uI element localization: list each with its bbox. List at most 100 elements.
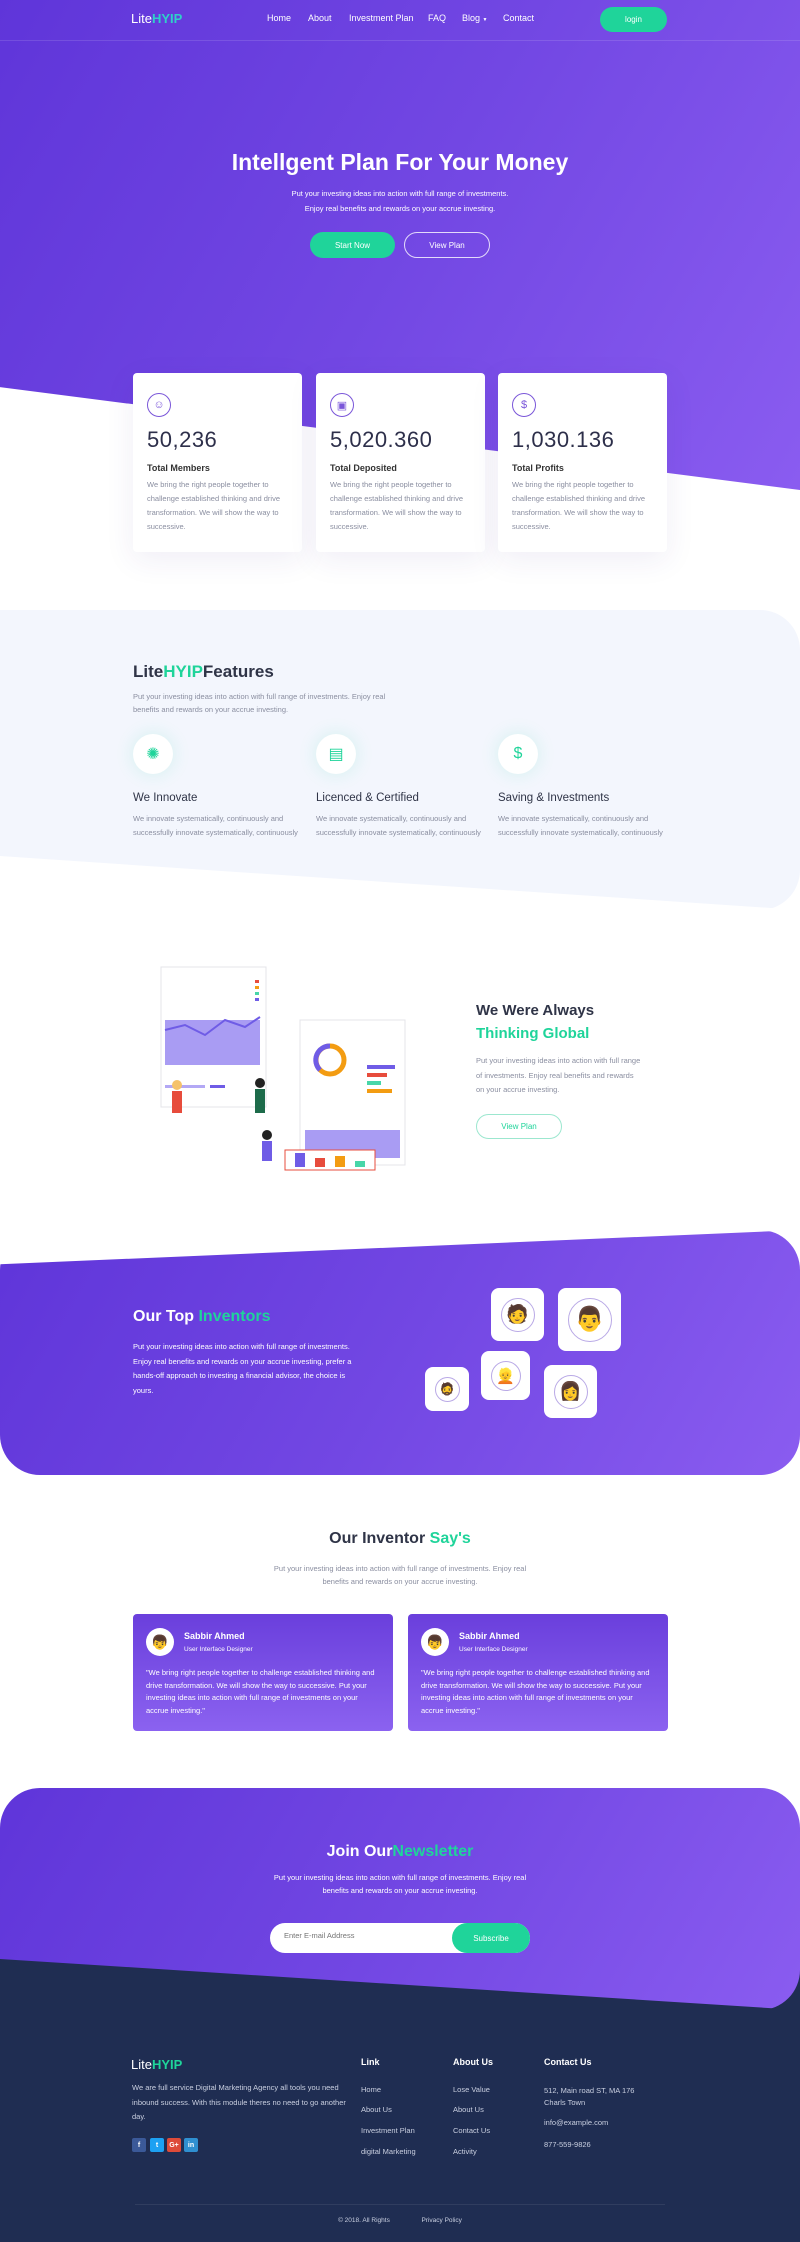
stat-text: We bring the right people together to ch… (512, 480, 646, 531)
footer-contact-title: Contact Us (544, 2057, 592, 2067)
says-subtitle: Put your investing ideas into action wit… (273, 1564, 527, 1586)
nav-home[interactable]: Home (267, 13, 291, 23)
money-hand-icon: $ (498, 734, 538, 774)
hero-subtitle-1: Put your investing ideas into action wit… (291, 189, 509, 198)
inventor-avatar[interactable]: 👨 (558, 1288, 621, 1351)
stat-card-profits: $ 1,030.136 Total Profits We bring the r… (498, 373, 667, 552)
title-part: Our Inventor (329, 1530, 426, 1547)
footer-about-lose-value[interactable]: Lose Value (453, 2085, 490, 2094)
footer-link-about[interactable]: About Us (361, 2105, 392, 2114)
title-accent: Say's (429, 1530, 471, 1547)
title-part: Our Top (133, 1308, 195, 1325)
users-icon: ☺ (147, 393, 171, 417)
feature-text: We innovate systematically, continuously… (498, 814, 663, 837)
testimonial-card: 👦 Sabbir Ahmed User Interface Designer "… (133, 1614, 393, 1731)
header-divider (0, 40, 800, 41)
newsletter-subtitle: Put your investing ideas into action wit… (273, 1873, 527, 1895)
feature-title: Saving & Investments (498, 792, 610, 804)
footer-logo[interactable]: LiteHYIP (131, 2057, 182, 2072)
feature-text: We innovate systematically, continuously… (133, 814, 298, 837)
testimonial-quote: "We bring right people together to chall… (146, 1668, 375, 1715)
stat-value: 5,020.360 (330, 427, 433, 452)
title-part: Features (202, 662, 274, 681)
avatar: 👦 (146, 1628, 174, 1656)
linkedin-icon[interactable]: in (184, 2138, 198, 2152)
stat-card-deposited: ▣ 5,020.360 Total Deposited We bring the… (316, 373, 485, 552)
certificate-icon: ▤ (316, 734, 356, 774)
footer-link-investment[interactable]: Investment Plan (361, 2126, 415, 2135)
footer-address: 512, Main road ST, MA 176 Charls Town (544, 2086, 635, 2107)
feature-saving: $ Saving & Investments We innovate syste… (498, 734, 668, 840)
features-subtitle: Put your investing ideas into action wit… (133, 692, 386, 714)
nav-faq[interactable]: FAQ (428, 13, 446, 23)
start-now-button[interactable]: Start Now (310, 232, 395, 258)
inventor-avatar[interactable]: 👩 (544, 1365, 597, 1418)
copyright: © 2018. All Rights Privacy Policy (0, 2217, 800, 2224)
says-title: Our Inventor Say's (0, 1530, 800, 1548)
inventor-avatar[interactable]: 🧑 (491, 1288, 544, 1341)
footer-email[interactable]: info@example.com (544, 2118, 608, 2127)
stat-text: We bring the right people together to ch… (330, 480, 464, 531)
testimonial-card: 👦 Sabbir Ahmed User Interface Designer "… (408, 1614, 668, 1731)
email-input[interactable] (284, 1931, 444, 1940)
feature-title: We Innovate (133, 792, 198, 804)
google-plus-icon[interactable]: G+ (167, 2138, 181, 2152)
footer-about-title: About Us (453, 2057, 493, 2067)
features-title: LiteHYIPFeatures (133, 662, 274, 682)
global-title-2: Thinking Global (476, 1025, 590, 1042)
nav-about[interactable]: About (308, 13, 332, 23)
stat-label: Total Members (147, 463, 210, 473)
inventor-avatar[interactable]: 👱 (481, 1351, 530, 1400)
stat-value: 50,236 (147, 427, 218, 452)
footer-link-home[interactable]: Home (361, 2085, 381, 2094)
footer-about: We are full service Digital Marketing Ag… (132, 2083, 346, 2121)
footer-link-marketing[interactable]: digital Marketing (361, 2147, 416, 2156)
hero-title: Intellgent Plan For Your Money (231, 149, 569, 175)
feature-title: Licenced & Certified (316, 792, 419, 804)
footer-link-title: Link (361, 2057, 380, 2067)
nav-blog[interactable]: Blog ▼ (462, 13, 487, 23)
global-view-plan-button[interactable]: View Plan (476, 1114, 562, 1139)
subscribe-button[interactable]: Subscribe (452, 1923, 530, 1953)
title-accent: Inventors (198, 1308, 271, 1325)
title-accent: Newsletter (392, 1843, 474, 1860)
privacy-policy-link[interactable]: Privacy Policy (421, 2217, 461, 2224)
testimonial-name: Sabbir Ahmed (184, 1631, 245, 1641)
stat-text: We bring the right people together to ch… (147, 480, 281, 531)
hero-subtitle-2: Enjoy real benefits and rewards on your … (304, 204, 496, 213)
feature-licenced: ▤ Licenced & Certified We innovate syste… (316, 734, 486, 840)
stat-value: 1,030.136 (512, 427, 615, 452)
logo-hyip: HYIP (151, 11, 183, 26)
newsletter-form: Subscribe (270, 1923, 530, 1953)
stat-label: Total Deposited (330, 463, 397, 473)
inventors-background (0, 1230, 800, 1475)
global-text: Put your investing ideas into action wit… (476, 1056, 641, 1094)
facebook-icon[interactable]: f (132, 2138, 146, 2152)
deposit-icon: ▣ (330, 393, 354, 417)
twitter-icon[interactable]: t (150, 2138, 164, 2152)
testimonial-role: User Interface Designer (459, 1646, 528, 1653)
feature-text: We innovate systematically, continuously… (316, 814, 481, 837)
inventor-avatar[interactable]: 🧔 (425, 1367, 469, 1411)
profit-icon: $ (512, 393, 536, 417)
nav-contact[interactable]: Contact (503, 13, 534, 23)
view-plan-button[interactable]: View Plan (404, 232, 490, 258)
feature-innovate: ✺ We Innovate We innovate systematically… (133, 734, 303, 840)
inventors-title: Our Top Inventors (133, 1308, 271, 1326)
copyright-text: © 2018. All Rights (338, 2217, 390, 2224)
global-title-1: We Were Always (476, 1002, 595, 1019)
chevron-down-icon: ▼ (482, 17, 488, 23)
avatar: 👦 (421, 1628, 449, 1656)
footer-about-activity[interactable]: Activity (453, 2147, 477, 2156)
nav-blog-label: Blog (462, 13, 481, 23)
stat-label: Total Profits (512, 463, 564, 473)
login-button[interactable]: login (600, 7, 667, 32)
footer-phone[interactable]: 877-559-9826 (544, 2140, 591, 2149)
logo[interactable]: LiteHYIP (131, 11, 182, 26)
footer-about-contact[interactable]: Contact Us (453, 2126, 490, 2135)
testimonial-quote: "We bring right people together to chall… (421, 1668, 650, 1715)
title-accent: HYIP (163, 662, 203, 681)
analytics-illustration (160, 966, 406, 1171)
nav-investment-plan[interactable]: Investment Plan (349, 13, 414, 23)
footer-about-us[interactable]: About Us (453, 2105, 484, 2114)
